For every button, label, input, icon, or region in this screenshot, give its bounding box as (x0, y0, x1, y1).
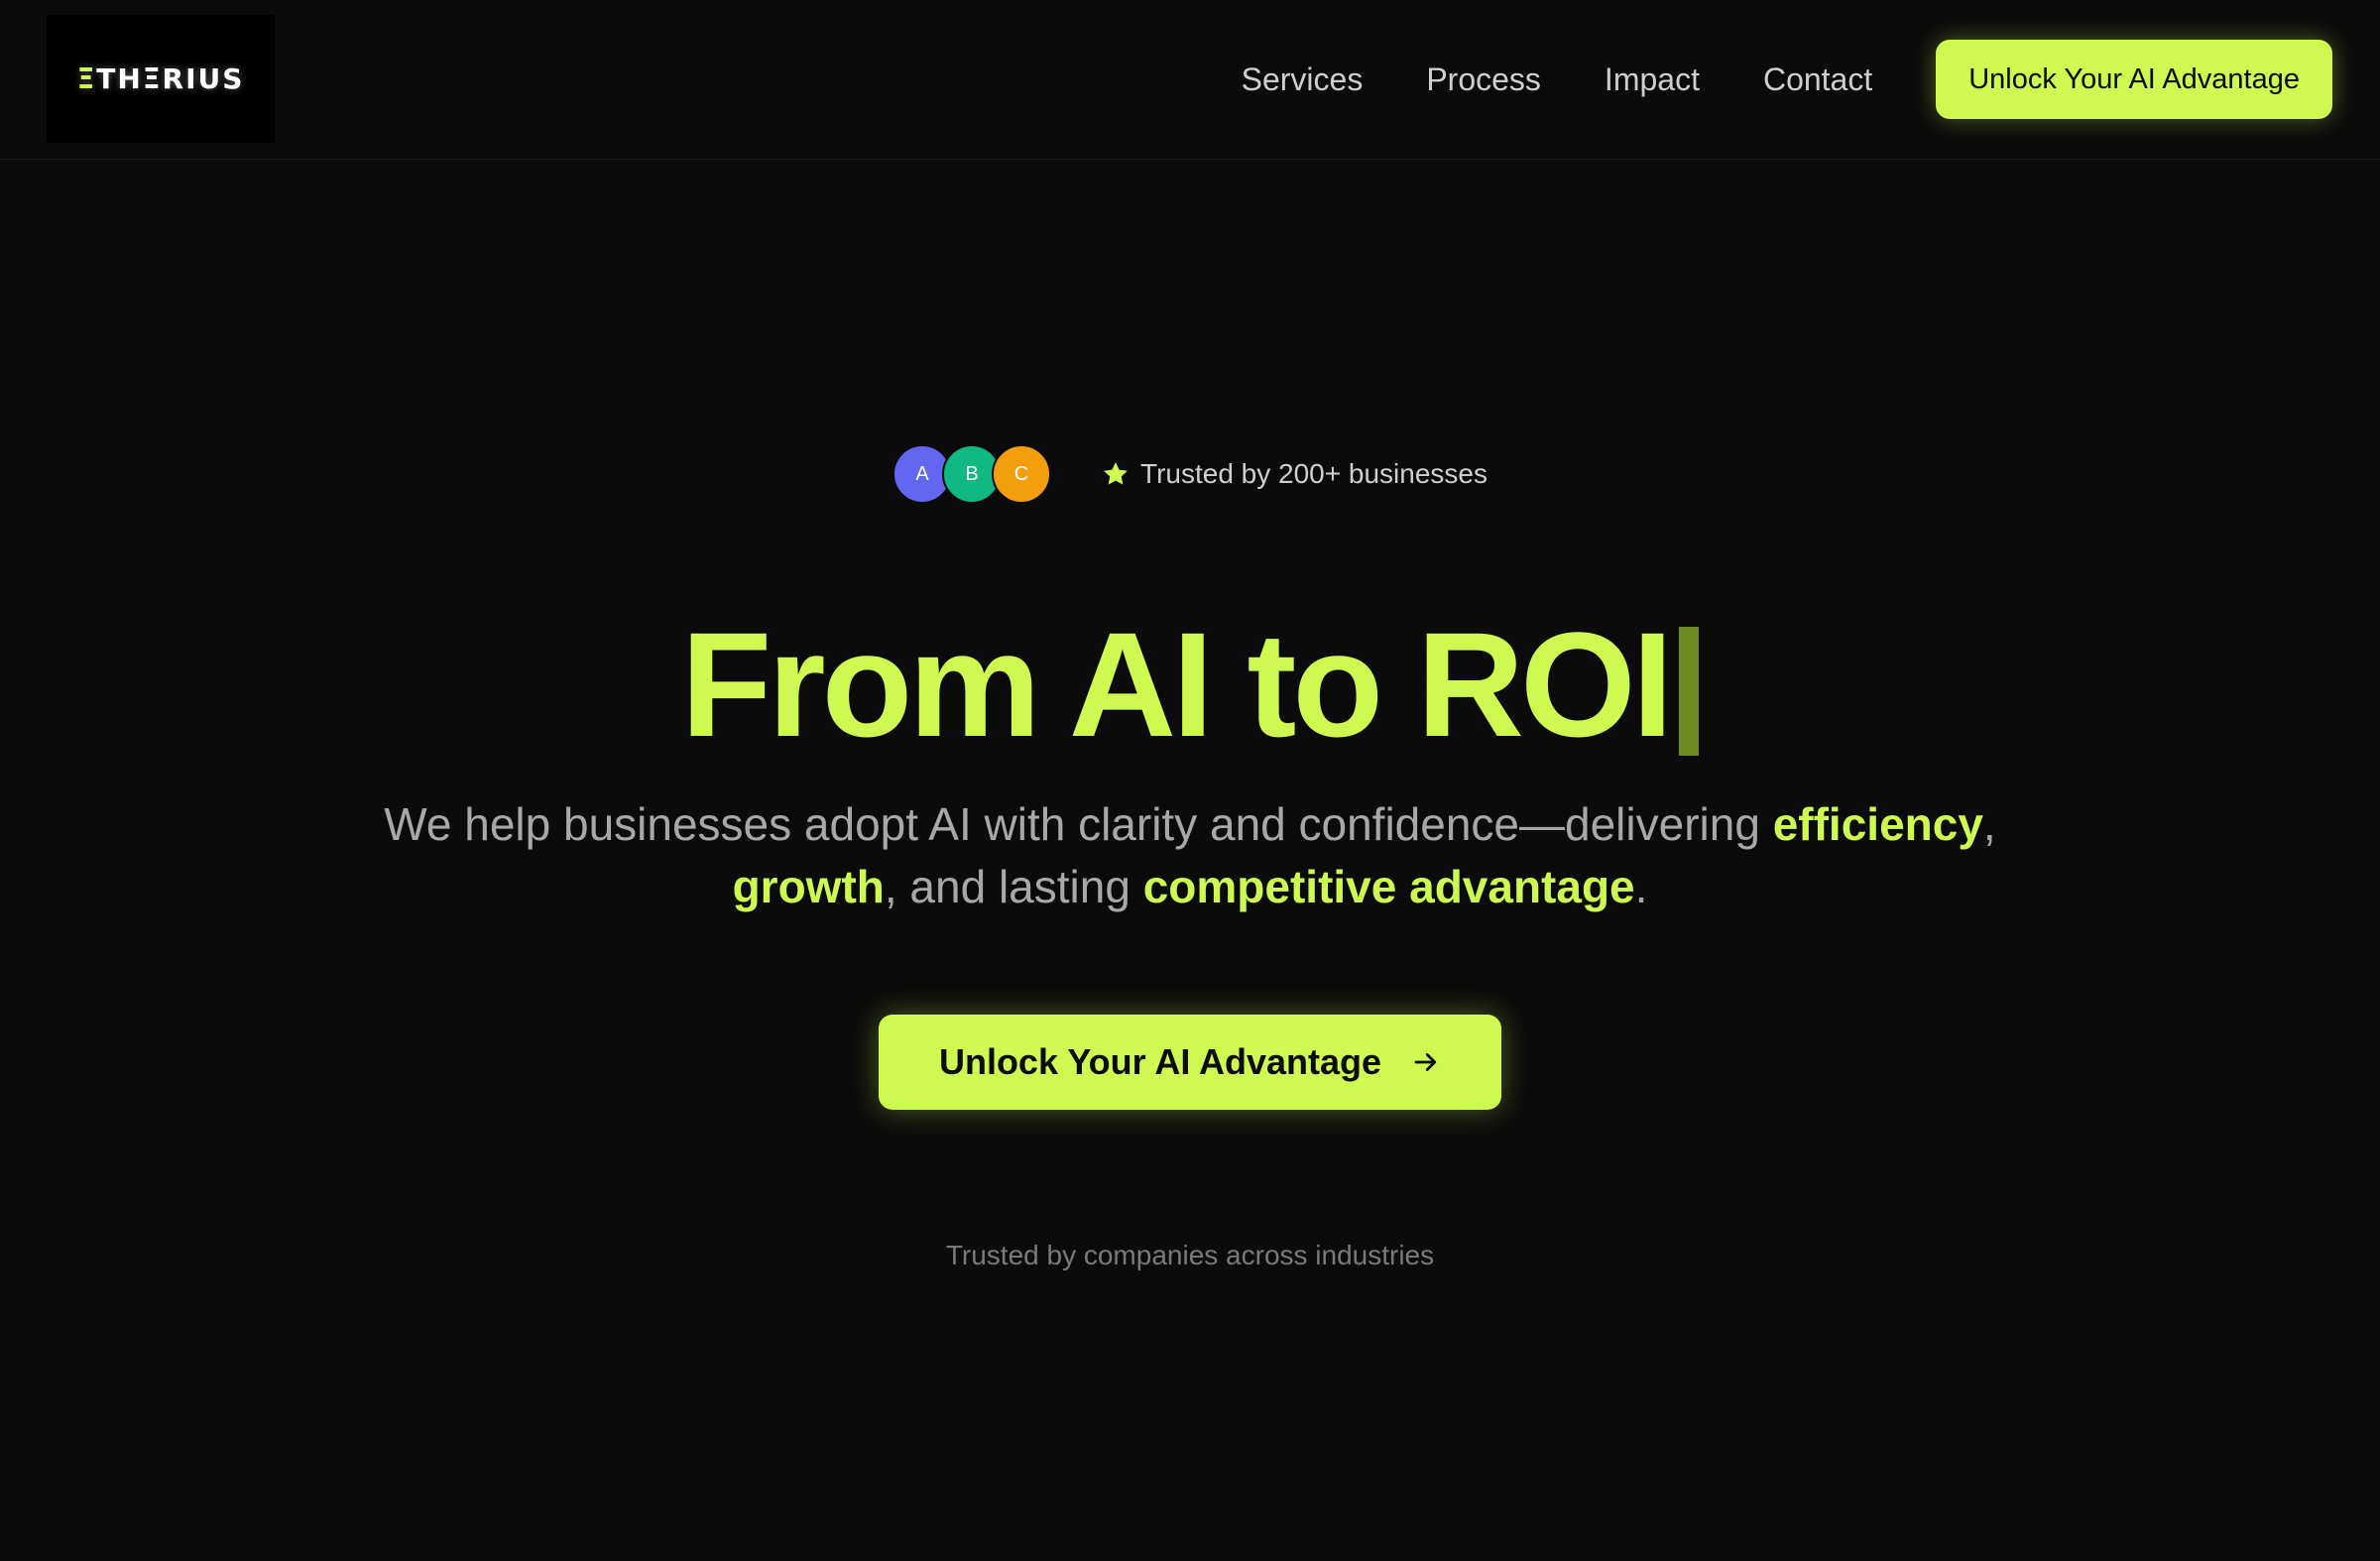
logo-text: ΞTHΞRIUS (77, 62, 245, 95)
nav-link-contact[interactable]: Contact (1763, 61, 1872, 98)
trust-row: A B C Trusted by 200+ businesses (0, 444, 2380, 504)
hero-cta-button[interactable]: Unlock Your AI Advantage (879, 1015, 1501, 1110)
typing-cursor (1679, 627, 1700, 756)
hero-cta-label: Unlock Your AI Advantage (938, 1041, 1382, 1082)
logo-accent: Ξ (76, 62, 97, 95)
avatar: C (992, 444, 1052, 504)
avatar-group: A B C (892, 444, 1052, 504)
subtext-segment: . (1634, 861, 1648, 912)
nav-link-process[interactable]: Process (1426, 61, 1541, 98)
hero-headline-text: From AI to ROI (680, 601, 1674, 768)
avatar-letter: C (1013, 462, 1029, 485)
subtext-segment: We help businesses adopt AI with clarity… (384, 798, 1773, 850)
avatar-letter: A (915, 462, 929, 485)
avatar-letter: B (965, 462, 979, 485)
nav-link-impact[interactable]: Impact (1605, 61, 1700, 98)
site-header: ΞTHΞRIUS Services Process Impact Contact… (0, 0, 2380, 160)
hero-headline: From AI to ROI (0, 605, 2380, 764)
subtext-segment: , (1982, 798, 1996, 850)
header-cta-button[interactable]: Unlock Your AI Advantage (1936, 40, 2332, 119)
nav-link-services[interactable]: Services (1242, 61, 1364, 98)
highlight-competitive-advantage: competitive advantage (1142, 861, 1635, 912)
page: ΞTHΞRIUS Services Process Impact Contact… (0, 0, 2380, 1561)
logo[interactable]: ΞTHΞRIUS (47, 15, 275, 143)
star-icon (1104, 462, 1128, 485)
main-nav: Services Process Impact Contact Unlock Y… (1242, 40, 2380, 119)
highlight-growth: growth (732, 861, 885, 912)
trust-text: Trusted by 200+ businesses (1140, 458, 1488, 489)
trust-badge: Trusted by 200+ businesses (1101, 458, 1488, 490)
logo-wordmark: THΞRIUS (96, 62, 245, 95)
arrow-right-icon (1414, 1053, 1437, 1071)
subtext-segment: , and lasting (884, 861, 1143, 912)
highlight-efficiency: efficiency (1772, 798, 1983, 850)
hero-subtext: We help businesses adopt AI with clarity… (0, 793, 2380, 918)
companies-caption: Trusted by companies across industries (945, 1240, 1435, 1270)
